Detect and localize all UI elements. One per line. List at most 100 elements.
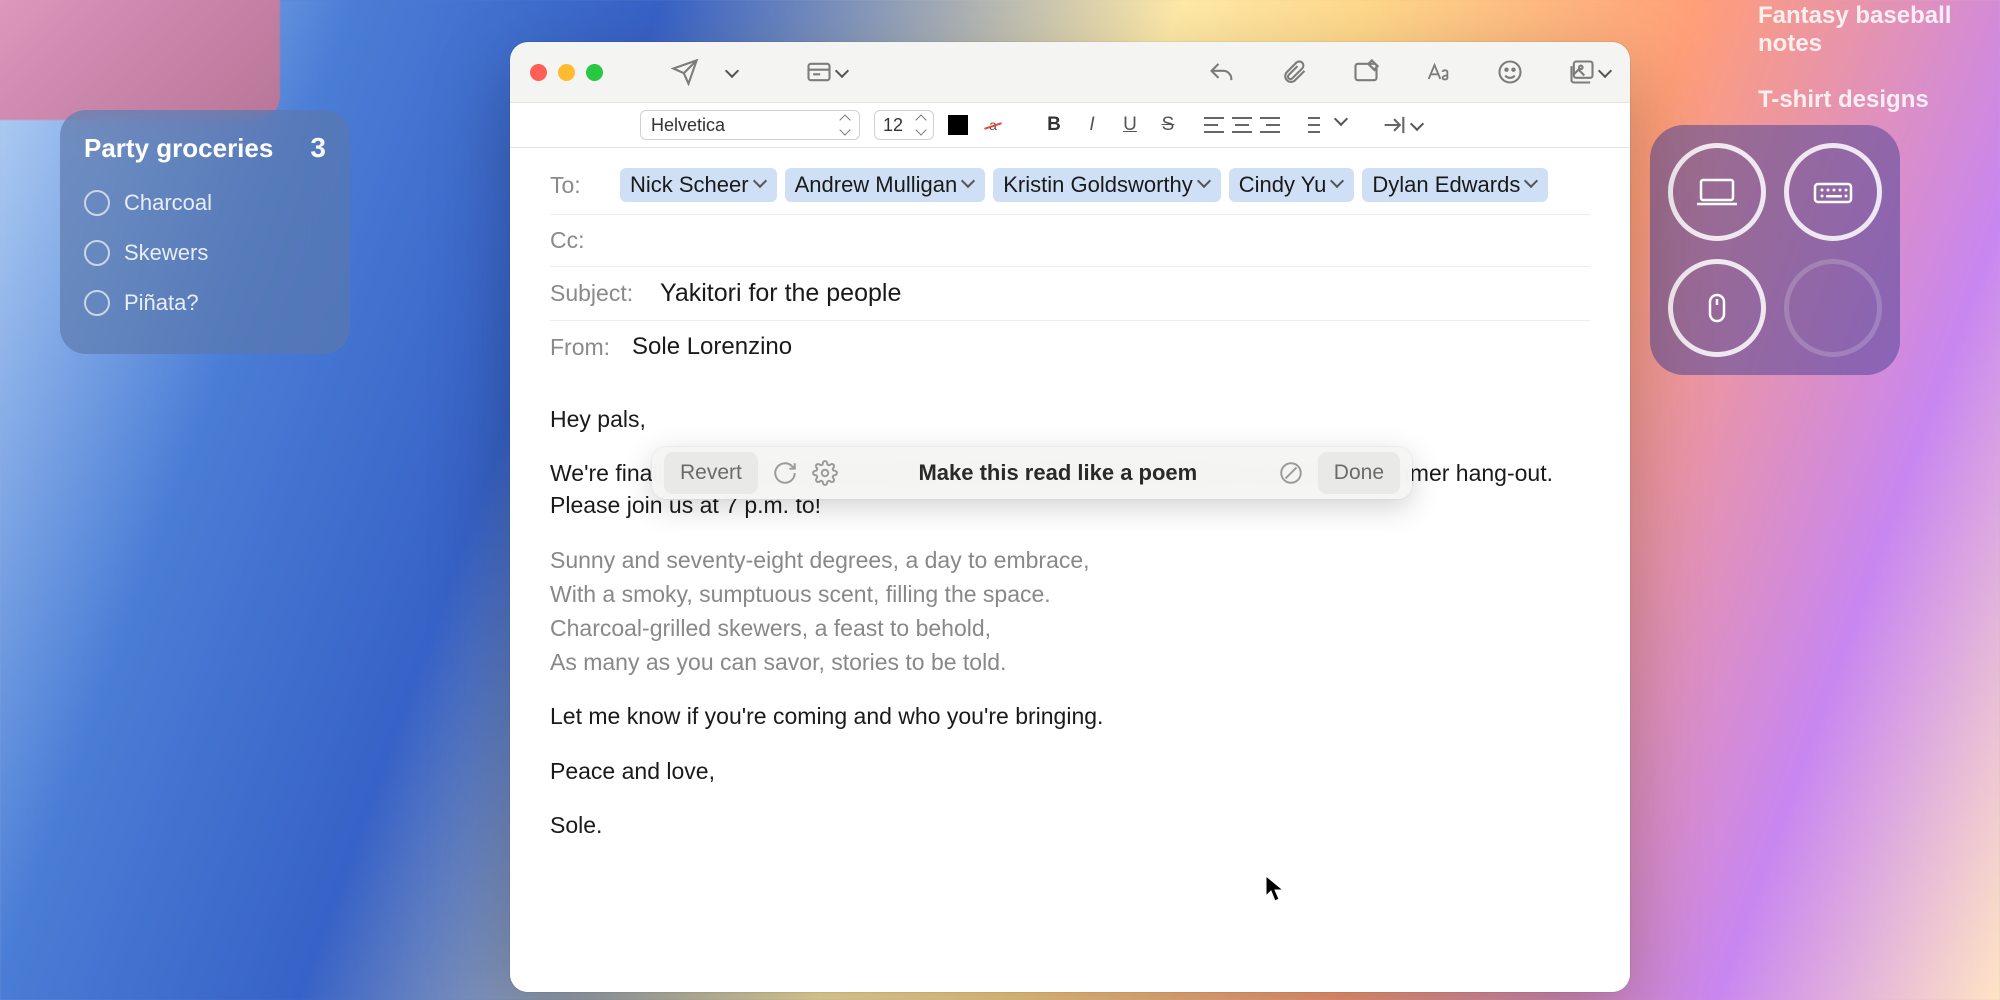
keyboard-device-button[interactable]	[1784, 143, 1882, 241]
list-button[interactable]	[1308, 117, 1328, 133]
cc-row[interactable]: Cc:	[550, 215, 1590, 267]
subject-value[interactable]: Yakitori for the people	[660, 279, 901, 308]
mouse-icon	[1695, 293, 1739, 323]
recipient-chip[interactable]: Dylan Edwards	[1362, 168, 1548, 202]
body-poem-block: Sunny and seventy-eight degrees, a day t…	[550, 544, 1590, 679]
chevron-down-icon	[963, 179, 975, 191]
recipient-chip[interactable]: Kristin Goldsworthy	[993, 168, 1221, 202]
reply-button[interactable]	[1208, 58, 1236, 86]
text-color-swatch[interactable]	[948, 115, 968, 135]
reminders-title: Party groceries	[84, 133, 273, 164]
cc-label: Cc:	[550, 227, 606, 254]
recipient-chip[interactable]: Nick Scheer	[620, 168, 777, 202]
radio-unchecked-icon[interactable]	[84, 240, 110, 266]
font-name: Helvetica	[651, 115, 725, 136]
to-row[interactable]: To: Nick Scheer Andrew Mulligan Kristin …	[550, 156, 1590, 215]
italic-button[interactable]: I	[1080, 114, 1104, 136]
notes-sidebar: Fantasy baseball notes T-shirt designs	[1740, 0, 2000, 128]
format-button[interactable]	[1424, 58, 1452, 86]
body-greeting: Hey pals,	[550, 403, 1590, 435]
chevron-down-icon	[1199, 179, 1211, 191]
radio-unchecked-icon[interactable]	[84, 190, 110, 216]
body-signature: Sole.	[550, 809, 1590, 841]
recipient-chip[interactable]: Cindy Yu	[1229, 168, 1355, 202]
attach-button[interactable]	[1280, 58, 1308, 86]
strikethrough-button[interactable]: S	[1156, 114, 1180, 136]
cancel-circle-icon[interactable]	[1278, 460, 1304, 486]
underline-button[interactable]: U	[1118, 114, 1142, 136]
done-button[interactable]: Done	[1318, 452, 1400, 493]
radio-unchecked-icon[interactable]	[84, 290, 110, 316]
laptop-device-button[interactable]	[1668, 143, 1766, 241]
align-left-button[interactable]	[1204, 117, 1224, 133]
compose-headers: To: Nick Scheer Andrew Mulligan Kristin …	[510, 148, 1630, 373]
poem-line: Charcoal-grilled skewers, a feast to beh…	[550, 612, 1590, 644]
ai-prompt-text: Make this read like a poem	[852, 458, 1264, 489]
device-palette-widget[interactable]	[1650, 125, 1900, 375]
indent-button[interactable]	[1380, 111, 1422, 139]
poem-line: With a smoky, sumptuous scent, filling t…	[550, 578, 1590, 610]
from-label: From:	[550, 334, 618, 361]
refresh-icon[interactable]	[772, 460, 798, 486]
bold-button[interactable]: B	[1042, 114, 1066, 136]
notes-item[interactable]: Fantasy baseball notes	[1740, 0, 2000, 72]
from-row[interactable]: From: Sole Lorenzino	[550, 321, 1590, 373]
poem-line: As many as you can savor, stories to be …	[550, 646, 1590, 678]
chevron-down-icon	[1526, 179, 1538, 191]
reminders-count: 3	[310, 132, 326, 164]
send-button[interactable]	[671, 58, 699, 86]
subject-label: Subject:	[550, 280, 646, 307]
zoom-window-button[interactable]	[586, 64, 603, 81]
mouse-device-button[interactable]	[1668, 259, 1766, 357]
stepper-icon	[841, 116, 849, 134]
to-label: To:	[550, 172, 606, 199]
poem-line: Sunny and seventy-eight degrees, a day t…	[550, 544, 1590, 576]
emoji-button[interactable]	[1496, 58, 1524, 86]
desktop-photo-fragment	[0, 0, 280, 120]
send-options-dropdown[interactable]	[727, 69, 737, 76]
chevron-down-icon	[755, 179, 767, 191]
chevron-down-icon	[837, 69, 847, 76]
close-window-button[interactable]	[530, 64, 547, 81]
empty-device-slot	[1784, 259, 1882, 357]
ai-rewrite-popover: Revert Make this read like a poem Done	[652, 447, 1412, 499]
settings-gear-icon[interactable]	[812, 460, 838, 486]
window-traffic-lights	[530, 64, 603, 81]
minimize-window-button[interactable]	[558, 64, 575, 81]
font-select[interactable]: Helvetica	[640, 110, 860, 140]
reminders-item-label: Piñata?	[124, 290, 199, 316]
reminders-item-label: Charcoal	[124, 190, 212, 216]
body-closing: Let me know if you're coming and who you…	[550, 700, 1590, 732]
markup-button[interactable]	[1352, 58, 1380, 86]
chevron-down-icon	[727, 69, 737, 76]
chevron-down-icon	[1332, 179, 1344, 191]
subject-row[interactable]: Subject: Yakitori for the people	[550, 267, 1590, 321]
reminders-widget[interactable]: Party groceries 3 Charcoal Skewers Piñat…	[60, 110, 350, 354]
chevron-down-icon	[1412, 122, 1422, 129]
reminders-item[interactable]: Charcoal	[84, 178, 326, 228]
font-size-select[interactable]: 12	[874, 110, 934, 140]
laptop-icon	[1695, 177, 1739, 207]
body-signoff: Peace and love,	[550, 755, 1590, 787]
chevron-down-icon	[1336, 117, 1346, 133]
mail-compose-window: Helvetica 12 a B I U S To:	[510, 42, 1630, 992]
chevron-down-icon	[1600, 69, 1610, 76]
font-size-value: 12	[883, 115, 903, 136]
background-color-swatch[interactable]: a	[982, 114, 1004, 136]
recipient-chip[interactable]: Andrew Mulligan	[785, 168, 986, 202]
header-fields-button[interactable]	[805, 58, 847, 86]
stepper-icon	[917, 116, 925, 134]
keyboard-icon	[1811, 177, 1855, 207]
photo-browser-button[interactable]	[1568, 58, 1610, 86]
format-bar: Helvetica 12 a B I U S	[510, 102, 1630, 148]
reminders-item[interactable]: Piñata?	[84, 278, 326, 328]
revert-button[interactable]: Revert	[664, 452, 758, 493]
message-body[interactable]: Hey pals, We're finally settled into the…	[510, 373, 1630, 992]
notes-item[interactable]: T-shirt designs	[1740, 72, 2000, 128]
reminders-item[interactable]: Skewers	[84, 228, 326, 278]
mouse-cursor-icon	[1265, 875, 1285, 903]
align-right-button[interactable]	[1260, 117, 1280, 133]
from-value[interactable]: Sole Lorenzino	[632, 333, 792, 361]
window-titlebar	[510, 42, 1630, 102]
align-center-button[interactable]	[1232, 117, 1252, 133]
